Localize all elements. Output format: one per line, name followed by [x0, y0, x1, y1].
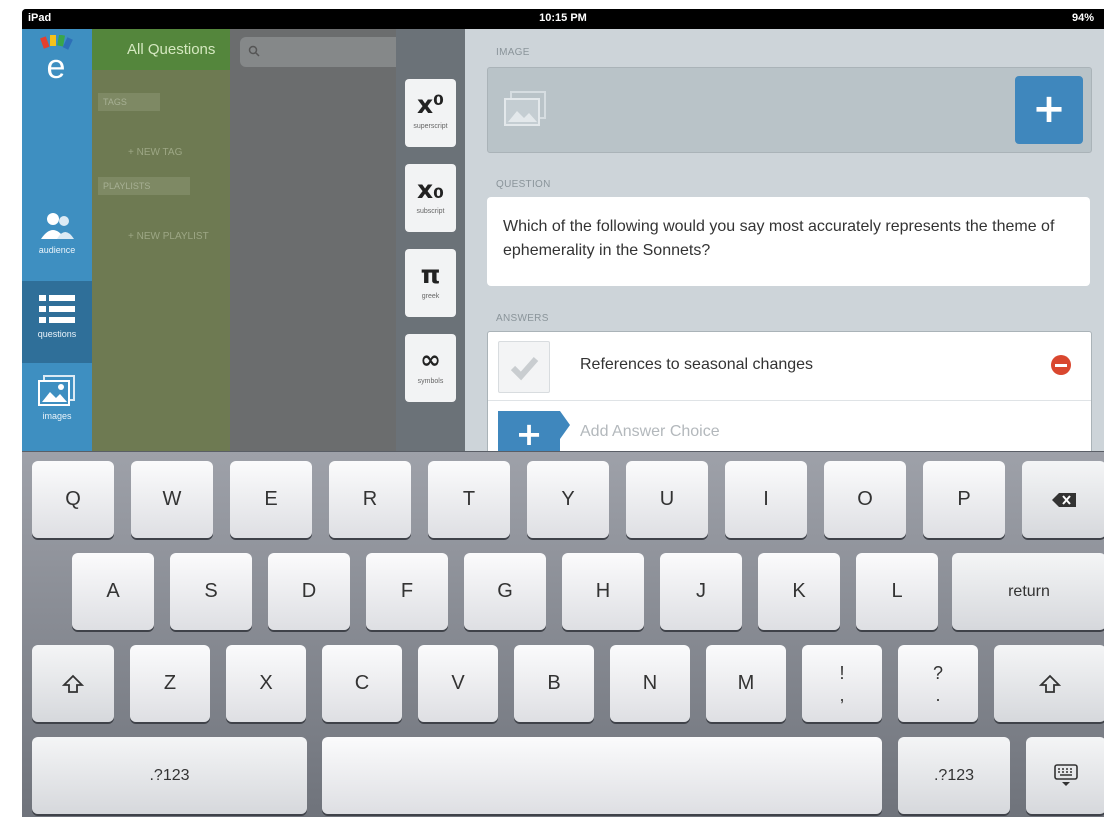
pi-icon: π: [420, 260, 441, 289]
key-d[interactable]: D: [268, 553, 350, 630]
new-tag-button[interactable]: + NEW TAG: [128, 147, 182, 158]
superscript-button[interactable]: x⁰ superscript: [405, 79, 456, 147]
backspace-key[interactable]: [1022, 461, 1104, 538]
key-question-period[interactable]: ?.: [898, 645, 978, 722]
rail-item-label: questions: [37, 329, 77, 339]
clock: 10:15 PM: [539, 12, 587, 24]
key-f[interactable]: F: [366, 553, 448, 630]
list-item[interactable]: References to seasonal changes: [488, 332, 1091, 401]
key-top-char: ?: [932, 662, 943, 683]
space-key[interactable]: [322, 737, 882, 814]
key-exclamation-comma[interactable]: !,: [802, 645, 882, 722]
key-o[interactable]: O: [824, 461, 906, 538]
search-icon: [248, 45, 260, 57]
key-g[interactable]: G: [464, 553, 546, 630]
search-input[interactable]: [240, 37, 410, 67]
infinity-icon: ∞: [420, 345, 441, 374]
checkmark-icon: [510, 357, 539, 381]
rail-item-label: images: [42, 411, 72, 421]
status-bar: iPad 10:15 PM 94%: [22, 9, 1104, 29]
return-key[interactable]: return: [952, 553, 1104, 630]
rail-item-questions[interactable]: questions: [22, 281, 92, 363]
question-text-field[interactable]: Which of the following would you say mos…: [487, 197, 1090, 286]
tags-panel: All Questions TAGS + NEW TAG PLAYLISTS +…: [92, 29, 230, 455]
button-caption: greek: [421, 293, 440, 300]
shift-icon: [1038, 674, 1062, 693]
key-l[interactable]: L: [856, 553, 938, 630]
playlists-label: PLAYLISTS: [98, 177, 190, 195]
question-text: Which of the following would you say mos…: [503, 218, 1055, 259]
numbers-key-right[interactable]: .?123: [898, 737, 1010, 814]
numbers-key-left[interactable]: .?123: [32, 737, 307, 814]
new-playlist-button[interactable]: + NEW PLAYLIST: [128, 231, 209, 242]
onscreen-keyboard: Q W E R T Y U I O P A S D F G H J K L re…: [22, 451, 1104, 817]
svg-text:e: e: [47, 48, 66, 83]
ipad-screen: iPad 10:15 PM 94% e audience questions i…: [22, 9, 1104, 817]
add-image-button[interactable]: +: [1015, 76, 1083, 144]
key-v[interactable]: V: [418, 645, 498, 722]
key-e[interactable]: E: [230, 461, 312, 538]
greek-button[interactable]: π greek: [405, 249, 456, 317]
rail-item-audience[interactable]: audience: [22, 199, 92, 281]
key-y[interactable]: Y: [527, 461, 609, 538]
image-placeholder-icon: [504, 91, 546, 126]
key-bottom-char: .: [935, 684, 941, 705]
superscript-icon: x⁰: [416, 90, 445, 119]
key-w[interactable]: W: [131, 461, 213, 538]
backspace-icon: [1052, 492, 1076, 507]
images-icon: [38, 375, 75, 406]
key-b[interactable]: B: [514, 645, 594, 722]
battery-level: 94%: [1071, 12, 1094, 24]
shift-icon: [61, 674, 85, 693]
button-caption: symbols: [417, 378, 444, 385]
key-q[interactable]: Q: [32, 461, 114, 538]
key-j[interactable]: J: [660, 553, 742, 630]
all-questions-button[interactable]: All Questions: [92, 29, 230, 70]
answer-text[interactable]: References to seasonal changes: [580, 356, 813, 374]
correct-answer-checkbox[interactable]: [498, 341, 550, 393]
add-answer-label: Add Answer Choice: [580, 423, 720, 440]
key-x[interactable]: X: [226, 645, 306, 722]
list-icon: [39, 295, 75, 323]
key-s[interactable]: S: [170, 553, 252, 630]
app-logo-icon: e: [40, 35, 73, 83]
subscript-icon: x₀: [416, 175, 445, 204]
plus-icon: +: [515, 415, 543, 453]
shift-key-left[interactable]: [32, 645, 114, 722]
key-a[interactable]: A: [72, 553, 154, 630]
key-r[interactable]: R: [329, 461, 411, 538]
nav-rail: e audience questions images: [22, 29, 92, 455]
question-list-panel: [230, 29, 410, 455]
shift-key-right[interactable]: [994, 645, 1104, 722]
key-t[interactable]: T: [428, 461, 510, 538]
key-h[interactable]: H: [562, 553, 644, 630]
key-c[interactable]: C: [322, 645, 402, 722]
keyboard-dismiss-icon: [1054, 763, 1078, 786]
rail-item-images[interactable]: images: [22, 363, 92, 445]
remove-answer-icon[interactable]: [1051, 355, 1071, 375]
people-icon: [41, 213, 74, 239]
key-k[interactable]: K: [758, 553, 840, 630]
key-m[interactable]: M: [706, 645, 786, 722]
dismiss-keyboard-key[interactable]: [1026, 737, 1104, 814]
image-dropzone[interactable]: +: [487, 67, 1092, 153]
button-caption: subscript: [416, 208, 445, 215]
key-i[interactable]: I: [725, 461, 807, 538]
subscript-button[interactable]: x₀ subscript: [405, 164, 456, 232]
image-section-label: IMAGE: [496, 47, 530, 58]
key-u[interactable]: U: [626, 461, 708, 538]
answers-section-label: ANSWERS: [496, 313, 549, 324]
tags-label: TAGS: [98, 93, 160, 111]
key-n[interactable]: N: [610, 645, 690, 722]
key-z[interactable]: Z: [130, 645, 210, 722]
key-p[interactable]: P: [923, 461, 1005, 538]
key-bottom-char: ,: [839, 684, 845, 705]
button-caption: superscript: [413, 123, 448, 130]
rail-item-label: audience: [38, 245, 76, 255]
question-editor: IMAGE + QUESTION Which of the following …: [465, 29, 1104, 473]
format-toolbar: x⁰ superscript x₀ subscript π greek ∞ sy…: [396, 29, 465, 455]
key-top-char: !: [839, 662, 845, 683]
question-section-label: QUESTION: [496, 179, 551, 190]
symbols-button[interactable]: ∞ symbols: [405, 334, 456, 402]
